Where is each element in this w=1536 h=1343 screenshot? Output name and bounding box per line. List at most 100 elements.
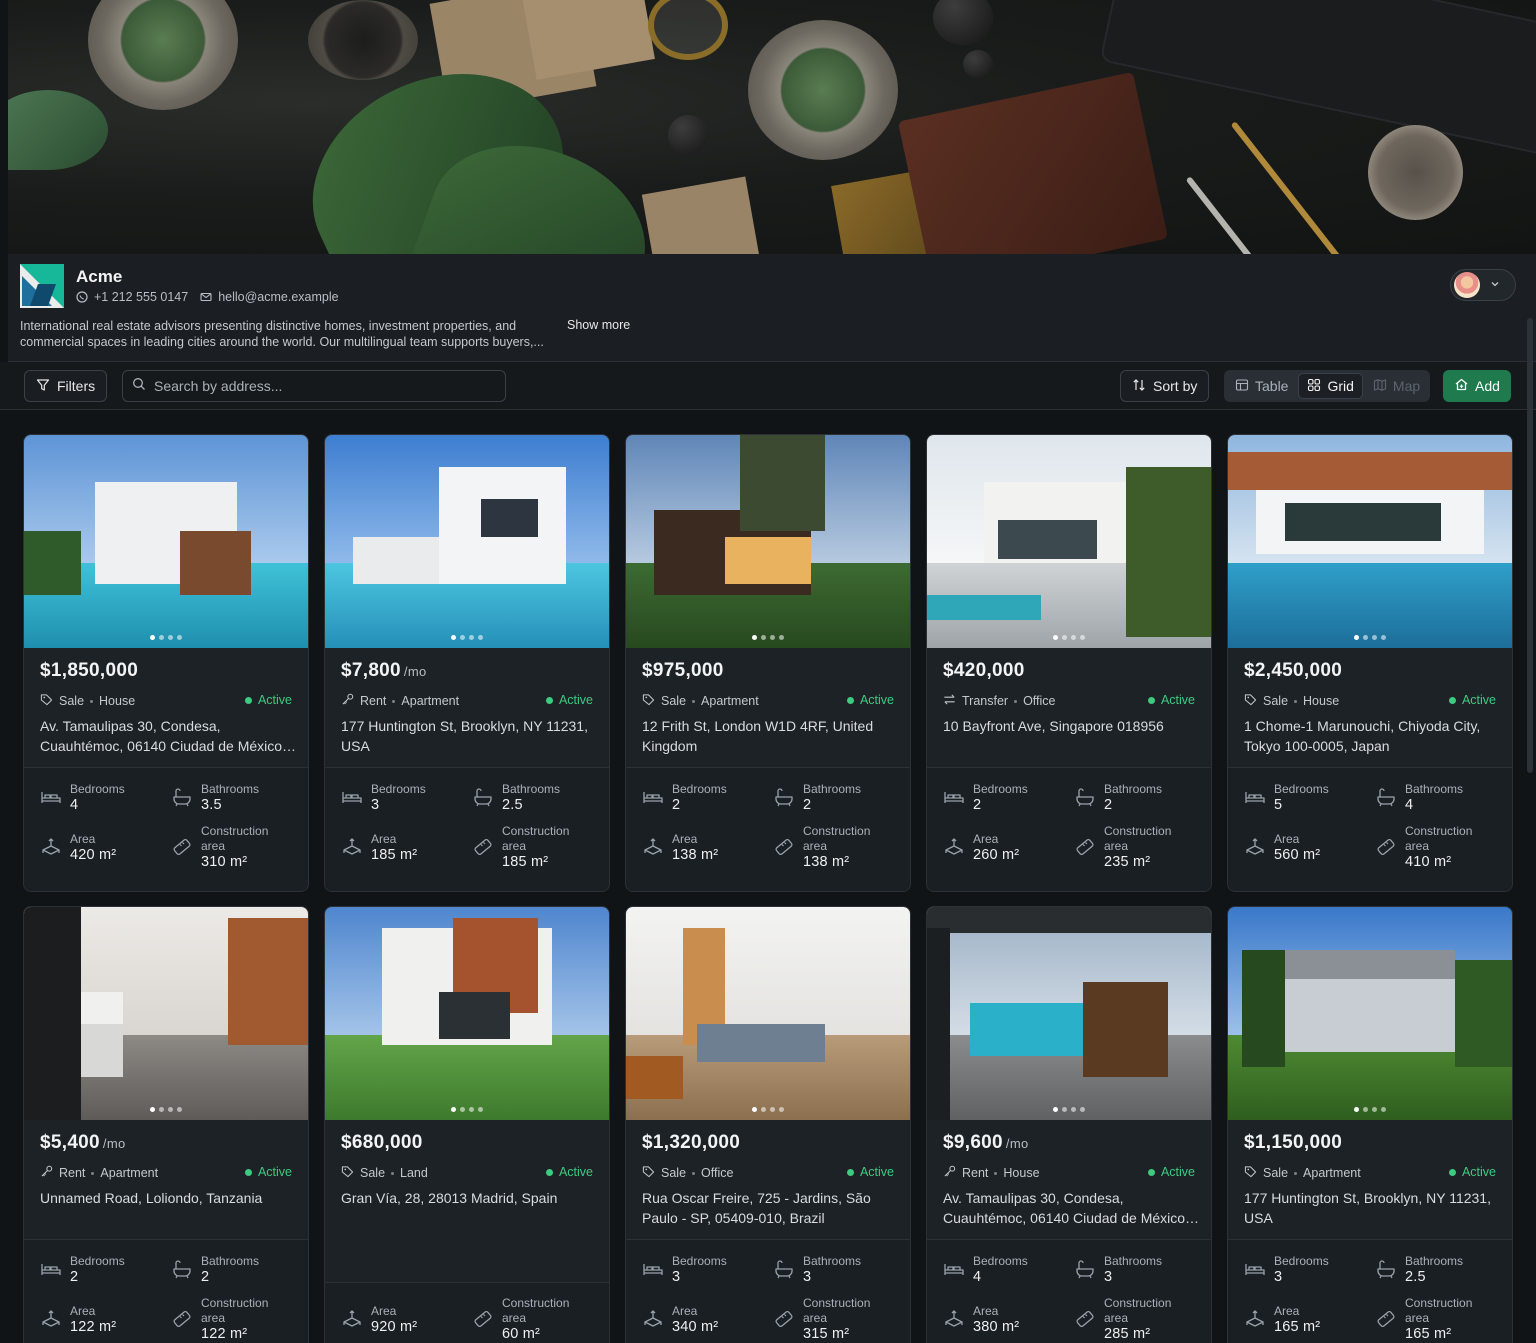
area-icon [341, 836, 363, 858]
ruler-icon [773, 1308, 795, 1330]
search-field[interactable] [122, 370, 506, 402]
bath-icon [1375, 786, 1397, 808]
company-phone[interactable]: +1 212 555 0147 [94, 290, 188, 304]
carousel-dots[interactable] [1354, 1107, 1386, 1112]
listing-card[interactable]: $5,400/mo Rent Apartment Active Unnamed … [23, 906, 309, 1343]
listing-photo[interactable] [325, 907, 609, 1120]
stat-construction-area: Construction area 235 m² [1074, 824, 1171, 871]
area-icon [642, 836, 664, 858]
sort-icon [1132, 378, 1146, 395]
listing-address: 12 Frith St, London W1D 4RF, United King… [642, 718, 874, 754]
add-button[interactable]: Add [1443, 370, 1511, 402]
carousel-dots[interactable] [752, 635, 784, 640]
show-more-link[interactable]: Show more [567, 318, 630, 332]
bath-icon [171, 1258, 193, 1280]
listing-card[interactable]: $1,150,000 Sale Apartment Active 177 Hun… [1227, 906, 1513, 1343]
status-badge: Active [545, 693, 593, 707]
listing-photo[interactable] [927, 435, 1211, 648]
carousel-dots[interactable] [1053, 635, 1085, 640]
listing-address: 177 Huntington St, Brooklyn, NY 11231, U… [1244, 1190, 1491, 1226]
sort-by-button[interactable]: Sort by [1120, 370, 1210, 402]
carousel-dots[interactable] [1053, 1107, 1085, 1112]
carousel-dots[interactable] [451, 635, 483, 640]
stat-bedrooms: Bedrooms 3 [642, 1254, 727, 1286]
filters-label: Filters [57, 378, 96, 394]
listing-photo[interactable] [1228, 907, 1512, 1120]
listing-card[interactable]: $2,450,000 Sale House Active 1 Chome-1 M… [1227, 434, 1513, 892]
view-map-label: Map [1392, 378, 1421, 394]
whatsapp-icon [76, 291, 88, 303]
carousel-dots[interactable] [1354, 635, 1386, 640]
stat-bathrooms: Bathrooms 3.5 [171, 782, 259, 814]
listing-card[interactable]: $7,800/mo Rent Apartment Active 177 Hunt… [324, 434, 610, 892]
key-icon [341, 693, 354, 709]
area-icon [642, 1308, 664, 1330]
property-type: House [1003, 1166, 1040, 1180]
stat-area: Area 340 m² [642, 1304, 718, 1336]
listing-meta: Sale House [1244, 693, 1339, 709]
ruler-icon [1074, 1308, 1096, 1330]
listing-price: $5,400/mo [40, 1132, 126, 1153]
listing-price: $420,000 [943, 660, 1025, 681]
bed-icon [642, 786, 664, 808]
tag-icon [642, 693, 655, 709]
stat-area: Area 260 m² [943, 832, 1019, 864]
bed-icon [40, 786, 62, 808]
view-table-button[interactable]: Table [1227, 373, 1296, 399]
bath-icon [1074, 1258, 1096, 1280]
filters-button[interactable]: Filters [24, 370, 108, 402]
area-icon [1244, 836, 1266, 858]
carousel-dots[interactable] [451, 1107, 483, 1112]
listing-address: Gran Vía, 28, 28013 Madrid, Spain [341, 1190, 558, 1206]
listing-card[interactable]: $1,850,000 Sale House Active Av. Tamauli… [23, 434, 309, 892]
view-map-button[interactable]: Map [1365, 373, 1428, 399]
search-icon [132, 377, 146, 396]
listing-card[interactable]: $975,000 Sale Apartment Active 12 Frith … [625, 434, 911, 892]
listing-photo[interactable] [1228, 435, 1512, 648]
listing-card[interactable]: $680,000 Sale Land Active Gran Vía, 28, … [324, 906, 610, 1343]
listing-card[interactable]: $1,320,000 Sale Office Active Rua Oscar … [625, 906, 911, 1343]
view-grid-button[interactable]: Grid [1298, 373, 1363, 399]
stat-construction-area: Construction area 165 m² [1375, 1296, 1472, 1343]
bath-icon [773, 786, 795, 808]
company-email[interactable]: hello@acme.example [218, 290, 338, 304]
tag-icon [40, 693, 53, 709]
status-badge: Active [1147, 1165, 1195, 1179]
map-icon [1373, 378, 1387, 395]
stat-construction-area: Construction area 310 m² [171, 824, 268, 871]
table-icon [1235, 378, 1249, 395]
listing-photo[interactable] [626, 907, 910, 1120]
ruler-icon [773, 836, 795, 858]
property-type: Apartment [100, 1166, 159, 1180]
user-menu-button[interactable] [1450, 269, 1516, 301]
listing-card[interactable]: $9,600/mo Rent House Active Av. Tamaulip… [926, 906, 1212, 1343]
stat-bathrooms: Bathrooms 3 [773, 1254, 861, 1286]
property-type: House [99, 694, 136, 708]
stat-area: Area 560 m² [1244, 832, 1320, 864]
stone [668, 115, 708, 155]
property-type: Office [701, 1166, 734, 1180]
listing-stats: Bedrooms 2 Bathrooms 2 Area 260 m² Construc… [927, 767, 1211, 891]
carousel-dots[interactable] [150, 1107, 182, 1112]
stat-bedrooms: Bedrooms 3 [1244, 1254, 1329, 1286]
stat-bedrooms: Bedrooms 3 [341, 782, 426, 814]
stat-bathrooms: Bathrooms 4 [1375, 782, 1463, 814]
carousel-dots[interactable] [752, 1107, 784, 1112]
stone [933, 0, 993, 45]
listing-card[interactable]: $420,000 Transfer Office Active 10 Bayfr… [926, 434, 1212, 892]
carousel-dots[interactable] [150, 635, 182, 640]
bath-icon [1375, 1258, 1397, 1280]
listing-photo[interactable] [325, 435, 609, 648]
pen [1185, 176, 1296, 254]
stat-area: Area 165 m² [1244, 1304, 1320, 1336]
listing-address: Rua Oscar Freire, 725 - Jardins, São Pau… [642, 1190, 871, 1226]
property-type: Apartment [701, 694, 759, 708]
listing-photo[interactable] [626, 435, 910, 648]
listing-photo[interactable] [24, 435, 308, 648]
listing-photo[interactable] [24, 907, 308, 1120]
listing-photo[interactable] [927, 907, 1211, 1120]
search-input[interactable] [154, 378, 494, 394]
listing-price: $2,450,000 [1244, 660, 1343, 681]
page-scrollbar[interactable] [1527, 318, 1533, 773]
bath-icon [171, 786, 193, 808]
